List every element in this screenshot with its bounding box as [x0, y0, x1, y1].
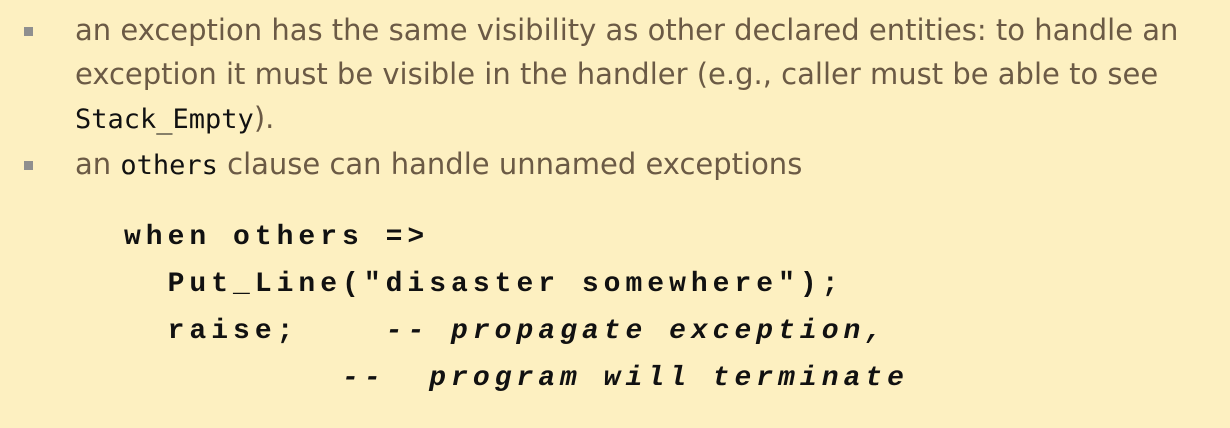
code-comment: -- propagate exception, — [385, 316, 888, 347]
inline-code: Stack_Empty — [75, 104, 254, 135]
bullet-text-end: clause can handle unnamed exceptions — [217, 147, 803, 181]
code-line-2: Put_Line("disaster somewhere"); — [124, 269, 844, 300]
code-line-3: raise; — [124, 316, 386, 347]
bullet-list: an exception has the same visibility as … — [0, 8, 1230, 188]
bullet-item-visibility: an exception has the same visibility as … — [0, 8, 1230, 142]
code-line-1: when others => — [124, 222, 430, 253]
bullet-marker-icon — [24, 27, 33, 36]
bullet-text-end: ). — [253, 101, 275, 135]
bullet-text: an — [75, 147, 121, 181]
code-comment: -- program will terminate — [342, 363, 909, 394]
code-block: when others => Put_Line("disaster somewh… — [124, 214, 909, 402]
bullet-marker-icon — [24, 161, 33, 170]
bullet-text: an exception has the same visibility as … — [75, 13, 1179, 91]
bullet-item-others: an others clause can handle unnamed exce… — [0, 142, 1230, 188]
inline-code: others — [120, 150, 218, 181]
